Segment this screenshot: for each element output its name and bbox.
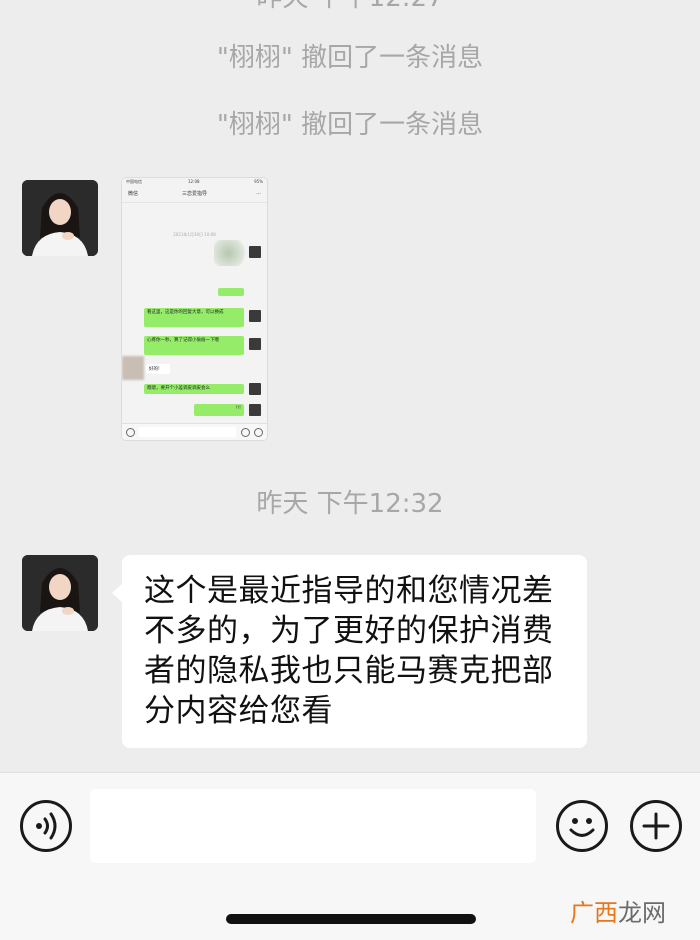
message-bubble[interactable]: 这个是最近指导的和您情况差不多的，为了更好的保护消费者的隐私我也只能马赛克把部分… — [112, 555, 587, 748]
thumb-msg-5: !!! — [194, 404, 244, 416]
avatar-photo — [22, 555, 98, 631]
watermark-part1: 广西 — [570, 899, 618, 927]
watermark-part2: 龙网 — [618, 899, 666, 927]
timestamp: 昨天 下午12:32 — [256, 489, 444, 519]
recall-notice-2: "栩栩" 撤回了一条消息 — [216, 110, 484, 140]
plus-icon — [642, 812, 670, 840]
thumb-input-bar — [122, 423, 267, 440]
avatar-photo — [22, 180, 98, 256]
thumb-avatar — [249, 246, 261, 258]
timestamp-top: 昨天 下午12:27 — [0, 0, 700, 14]
emoji-icon — [569, 818, 595, 837]
thumb-msg-2: 心疼你一秒，算了记得小偷偷一下哦 — [144, 336, 244, 355]
image-message-screenshot[interactable]: 中国电信 12:08 95% 微信 三恋爱指导 ··· 2021年1月30日 1… — [122, 178, 267, 440]
thumb-mosaic-left — [122, 356, 144, 380]
mosaic-blob — [214, 240, 250, 266]
thumb-status-bar: 中国电信 12:08 95% — [126, 179, 263, 184]
home-indicator[interactable] — [226, 914, 476, 924]
input-bar: 广西龙网 — [0, 772, 700, 940]
thumb-header: 微信 三恋爱指导 ··· — [122, 186, 267, 203]
message-text: 这个是最近指导的和您情况差不多的，为了更好的保护消费者的隐私我也只能马赛克把部分… — [144, 573, 554, 729]
thumb-avatar — [249, 383, 261, 395]
thumb-msg-3: 好的! — [146, 364, 170, 374]
voice-icon — [36, 812, 57, 840]
thumb-avatar — [249, 310, 261, 322]
message-input[interactable] — [90, 789, 536, 863]
emoji-button[interactable] — [556, 800, 608, 852]
thumb-avatar — [249, 404, 261, 416]
thumb-date: 2021年1月30日 10:08 — [173, 232, 216, 237]
thumb-msg-1: 看这里，这是你的回复大意，可以换成 — [144, 308, 244, 327]
thumb-avatar — [249, 338, 261, 350]
voice-button[interactable] — [20, 800, 72, 852]
watermark: 广西龙网 — [570, 893, 666, 928]
thumb-msg-4: 嗯嗯，要开个小差调皮调皮会么 — [144, 384, 244, 394]
avatar[interactable] — [22, 555, 98, 631]
thumb-green-small — [218, 288, 244, 296]
avatar[interactable] — [22, 180, 98, 256]
recall-notice-1: "栩栩" 撤回了一条消息 — [216, 43, 484, 73]
add-button[interactable] — [630, 800, 682, 852]
